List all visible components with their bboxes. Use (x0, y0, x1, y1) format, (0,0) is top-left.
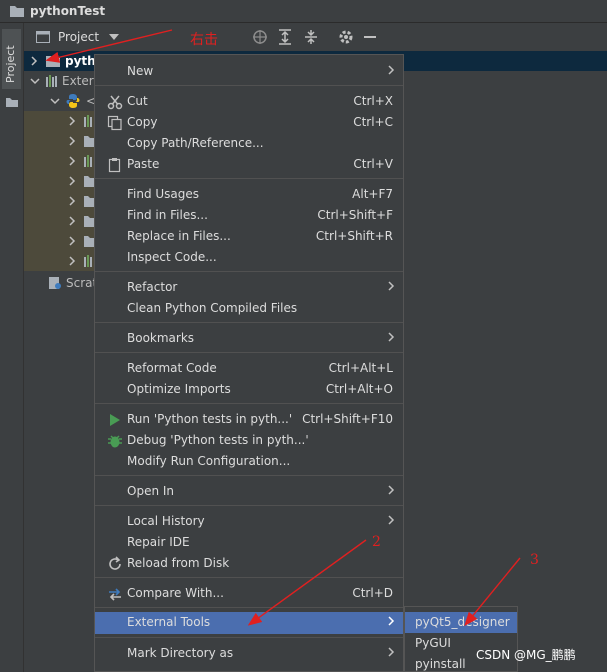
annotation-step-3: 3 (530, 552, 539, 568)
annotation-right-click: 右击 (190, 32, 218, 48)
arrow-step-3 (464, 557, 521, 627)
annotation-step-2: 2 (372, 534, 381, 550)
arrow-step-2 (247, 539, 367, 626)
arrow-right-click (45, 29, 173, 63)
watermark: CSDN @MG_鹏鹏 (476, 648, 576, 662)
annotation-arrows (45, 29, 521, 627)
